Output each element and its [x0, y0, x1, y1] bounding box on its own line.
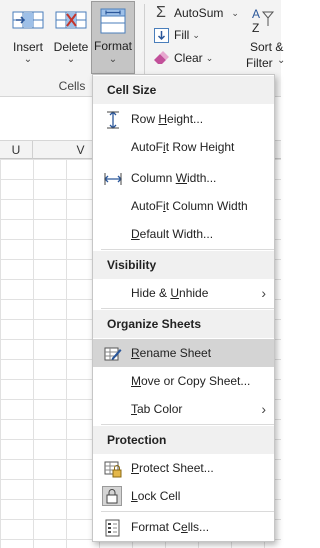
autosum-label: AutoSum: [174, 6, 224, 20]
delete-cells-icon: [55, 5, 87, 38]
menu-item-format-cells[interactable]: Format Cells...: [93, 513, 274, 541]
menu-item-label: Default Width...: [131, 227, 214, 241]
column-header-u[interactable]: U: [0, 141, 33, 159]
fill-down-icon: [152, 27, 170, 43]
menu-item-label: Rename Sheet: [131, 346, 212, 360]
sigma-icon: Σ: [156, 4, 166, 21]
menu-item-move-copy-sheet[interactable]: Move or Copy Sheet...: [93, 367, 274, 395]
chevron-down-icon: ⌄: [66, 54, 76, 65]
menu-item-tab-color[interactable]: Tab Color ›: [93, 395, 274, 423]
autosum-button[interactable]: Σ AutoSum ⌄: [152, 3, 239, 23]
column-width-icon: [104, 170, 122, 186]
menu-item-label: Lock Cell: [131, 489, 181, 503]
menu-item-lock-cell[interactable]: Lock Cell: [93, 482, 274, 510]
menu-item-label: Protect Sheet...: [131, 461, 214, 475]
menu-item-label: Format Cells...: [131, 520, 210, 534]
format-button[interactable]: Format ⌄: [91, 1, 135, 74]
menu-item-label: Tab Color: [131, 402, 183, 416]
menu-item-default-width[interactable]: Default Width...: [93, 220, 274, 248]
section-header-cell-size: Cell Size: [93, 76, 274, 104]
submenu-arrow-icon: ›: [261, 285, 266, 301]
lock-icon: [102, 486, 122, 506]
clear-button[interactable]: Clear ⌄: [152, 48, 213, 68]
menu-item-label: Move or Copy Sheet...: [131, 374, 251, 388]
menu-item-protect-sheet[interactable]: Protect Sheet...: [93, 454, 274, 482]
rename-sheet-icon: [104, 345, 122, 361]
format-label: Format: [93, 39, 132, 53]
section-header-organize-sheets: Organize Sheets: [93, 310, 274, 338]
sort-label: Sort &: [250, 40, 284, 54]
delete-label: Delete: [53, 40, 89, 54]
svg-text:A: A: [252, 7, 260, 21]
menu-item-autofit-row-height[interactable]: AutoFit Row Height: [93, 133, 274, 161]
menu-item-label: Hide & Unhide: [131, 286, 209, 300]
chevron-down-icon: ⌄: [192, 29, 200, 40]
menu-item-label: AutoFit Column Width: [131, 199, 248, 213]
menu-item-hide-unhide[interactable]: Hide & Unhide ›: [93, 279, 274, 307]
fill-button[interactable]: Fill ⌄: [152, 25, 200, 45]
menu-item-column-width[interactable]: Column Width...: [93, 164, 274, 192]
menu-item-label: AutoFit Row Height: [131, 140, 235, 154]
eraser-icon: [152, 51, 170, 65]
row-height-icon: [104, 111, 122, 129]
section-header-protection: Protection: [93, 426, 274, 454]
menu-divider: [101, 424, 274, 425]
fill-label: Fill: [174, 28, 190, 42]
filter-label: Filter: [246, 56, 273, 70]
clear-label: Clear: [174, 51, 203, 65]
section-header-visibility: Visibility: [93, 251, 274, 279]
insert-cells-icon: [12, 5, 44, 38]
submenu-arrow-icon: ›: [261, 401, 266, 417]
chevron-down-icon: ⌄: [231, 7, 239, 18]
menu-divider: [101, 308, 274, 309]
format-cells-dialog-icon: [104, 519, 122, 537]
chevron-down-icon: ⌄: [277, 55, 286, 66]
svg-text:Z: Z: [252, 21, 259, 34]
chevron-down-icon: ⌄: [108, 54, 118, 65]
protect-sheet-icon: [104, 460, 122, 478]
menu-item-row-height[interactable]: Row Height...: [93, 105, 274, 133]
delete-button[interactable]: Delete ⌄: [51, 2, 91, 74]
cells-group-label: Cells: [58, 79, 86, 93]
menu-divider: [101, 249, 274, 250]
format-cells-icon: [98, 5, 128, 38]
menu-divider: [101, 511, 274, 512]
menu-item-label: Column Width...: [131, 171, 217, 185]
sort-az-icon: A Z: [252, 6, 278, 37]
menu-item-autofit-column-width[interactable]: AutoFit Column Width: [93, 192, 274, 220]
insert-button[interactable]: Insert ⌄: [6, 2, 50, 74]
chevron-down-icon: ⌄: [205, 52, 214, 63]
insert-label: Insert: [12, 40, 43, 54]
menu-item-rename-sheet[interactable]: Rename Sheet: [93, 339, 274, 367]
menu-item-label: Row Height...: [131, 112, 204, 126]
chevron-down-icon: ⌄: [23, 54, 33, 65]
format-dropdown-menu: Cell Size Row Height... AutoFit Row Heig…: [92, 74, 275, 542]
